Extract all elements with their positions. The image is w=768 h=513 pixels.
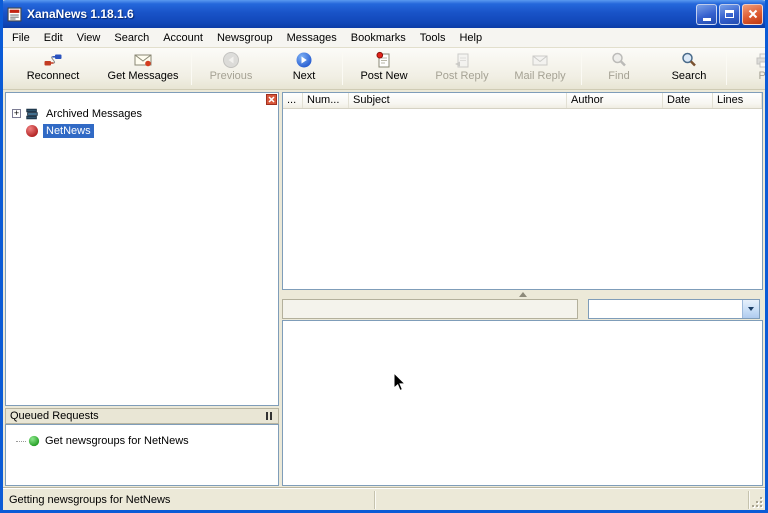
tree-item-label[interactable]: NetNews xyxy=(43,124,94,138)
newsgroup-tree-panel: + Archived Messages NetNews xyxy=(5,92,279,406)
status-text: Getting newsgroups for NetNews xyxy=(3,491,375,509)
expand-icon[interactable]: + xyxy=(12,109,21,118)
mail-reply-icon xyxy=(531,51,549,69)
toolbar-separator xyxy=(191,52,192,85)
close-button[interactable] xyxy=(742,4,763,25)
column-subject[interactable]: Subject xyxy=(349,93,567,108)
message-header-band xyxy=(282,298,763,320)
pause-icon xyxy=(266,412,268,420)
status-green-icon xyxy=(28,435,40,447)
minimize-button[interactable] xyxy=(696,4,717,25)
post-reply-icon xyxy=(453,51,471,69)
minimize-icon xyxy=(703,18,711,21)
previous-label: Previous xyxy=(210,70,253,83)
reconnect-icon xyxy=(44,51,62,69)
message-list-body[interactable] xyxy=(283,109,762,290)
message-view-panel[interactable] xyxy=(282,320,763,486)
column-number[interactable]: Num... xyxy=(303,93,349,108)
archive-icon xyxy=(25,107,39,121)
menu-account[interactable]: Account xyxy=(156,28,210,48)
search-button[interactable]: Search xyxy=(654,48,724,89)
toolbar-separator xyxy=(581,52,582,85)
column-lines[interactable]: Lines xyxy=(713,93,762,108)
splitter-grip-icon xyxy=(519,292,527,297)
menu-view[interactable]: View xyxy=(70,28,108,48)
column-date[interactable]: Date xyxy=(663,93,713,108)
menu-file[interactable]: File xyxy=(5,28,37,48)
find-label: Find xyxy=(608,70,629,83)
tree-connector xyxy=(16,441,26,442)
mail-reply-label: Mail Reply xyxy=(514,70,565,83)
panel-close-button[interactable] xyxy=(266,94,277,105)
print-label: Pr xyxy=(759,70,766,83)
previous-button: Previous xyxy=(194,48,268,89)
reconnect-button[interactable]: Reconnect xyxy=(9,48,97,89)
next-label: Next xyxy=(293,70,316,83)
tree-item-archived-messages[interactable]: + Archived Messages xyxy=(6,105,278,122)
search-label: Search xyxy=(672,70,707,83)
status-bar: Getting newsgroups for NetNews xyxy=(3,488,765,510)
maximize-button[interactable] xyxy=(719,4,740,25)
status-pane-secondary xyxy=(375,491,749,509)
get-messages-label: Get Messages xyxy=(108,70,179,83)
app-window: XanaNews 1.18.1.6 File Edit View Search … xyxy=(0,0,768,513)
menu-tools[interactable]: Tools xyxy=(413,28,453,48)
post-new-button[interactable]: Post New xyxy=(345,48,423,89)
pause-icon xyxy=(270,412,272,420)
combobox-dropdown-button[interactable] xyxy=(742,300,759,318)
maximize-icon xyxy=(725,10,734,18)
post-reply-button: Post Reply xyxy=(423,48,501,89)
menu-edit[interactable]: Edit xyxy=(37,28,70,48)
next-button[interactable]: Next xyxy=(268,48,340,89)
toolbar-separator xyxy=(726,52,727,85)
find-button: Find xyxy=(584,48,654,89)
window-title: XanaNews 1.18.1.6 xyxy=(27,7,696,21)
server-icon xyxy=(25,124,39,138)
print-button: Pr xyxy=(729,48,765,89)
get-messages-button[interactable]: Get Messages xyxy=(97,48,189,89)
horizontal-splitter[interactable] xyxy=(282,290,763,298)
menu-bar: File Edit View Search Account Newsgroup … xyxy=(3,28,765,48)
menu-search[interactable]: Search xyxy=(107,28,156,48)
message-header-panel xyxy=(282,299,578,319)
get-messages-icon xyxy=(134,51,152,69)
find-icon xyxy=(610,51,628,69)
chevron-down-icon xyxy=(748,307,754,311)
menu-newsgroup[interactable]: Newsgroup xyxy=(210,28,280,48)
toolbar: Reconnect Get Messages Previous xyxy=(3,48,765,90)
post-reply-label: Post Reply xyxy=(435,70,488,83)
queued-requests-title: Queued Requests xyxy=(10,410,264,422)
menu-bookmarks[interactable]: Bookmarks xyxy=(344,28,413,48)
post-new-icon xyxy=(375,51,393,69)
titlebar[interactable]: XanaNews 1.18.1.6 xyxy=(0,0,768,28)
menu-messages[interactable]: Messages xyxy=(280,28,344,48)
tree-item-label[interactable]: Archived Messages xyxy=(43,107,145,121)
column-author[interactable]: Author xyxy=(567,93,663,108)
tree-item-netnews[interactable]: NetNews xyxy=(6,122,278,139)
message-list-header: ... Num... Subject Author Date Lines xyxy=(283,93,762,109)
message-list-panel: ... Num... Subject Author Date Lines xyxy=(282,92,763,290)
pause-button[interactable] xyxy=(264,411,274,421)
queued-request-item[interactable]: Get newsgroups for NetNews xyxy=(6,433,278,449)
printer-icon xyxy=(755,51,765,69)
toolbar-separator xyxy=(342,52,343,85)
search-icon xyxy=(680,51,698,69)
resize-grip[interactable] xyxy=(749,491,765,509)
queued-requests-header: Queued Requests xyxy=(5,408,279,424)
previous-icon xyxy=(222,51,240,69)
app-icon xyxy=(7,7,22,22)
queued-requests-list: Get newsgroups for NetNews xyxy=(5,424,279,486)
mail-reply-button: Mail Reply xyxy=(501,48,579,89)
close-icon xyxy=(268,96,275,103)
newsgroup-combobox[interactable] xyxy=(588,299,760,319)
post-new-label: Post New xyxy=(360,70,407,83)
reconnect-label: Reconnect xyxy=(27,70,80,83)
menu-help[interactable]: Help xyxy=(452,28,489,48)
next-icon xyxy=(295,51,313,69)
column-flag[interactable]: ... xyxy=(283,93,303,108)
queued-request-label: Get newsgroups for NetNews xyxy=(45,435,189,447)
close-icon xyxy=(748,9,758,19)
